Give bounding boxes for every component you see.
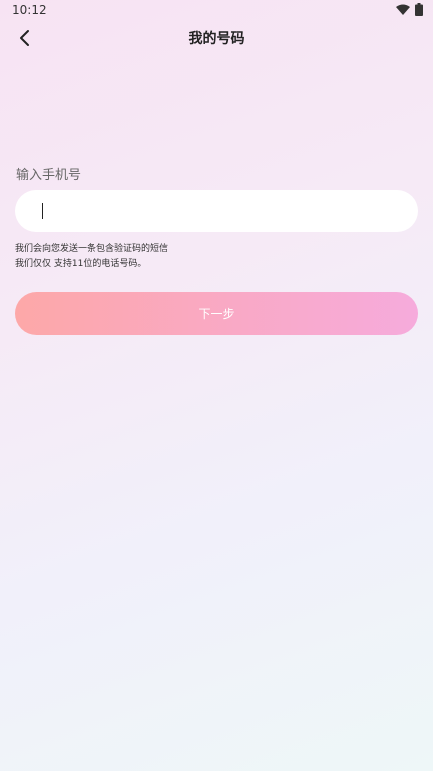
phone-input[interactable] [15,190,418,232]
battery-icon [415,3,423,16]
text-caret [42,203,43,219]
page-title: 我的号码 [188,31,245,47]
phone-format-hint-text: 我们仅仅 支持11位的电话号码。 [15,259,147,269]
phone-input-container[interactable] [15,190,418,232]
status-bar: 10:12 [0,0,433,20]
sms-hint-text: 我们会向您发送一条包含验证码的短信 [15,244,169,254]
next-step-button[interactable]: 下一步 [15,292,418,335]
phone-field-label: 输入手机号 [16,168,82,183]
status-time: 10:12 [12,3,47,17]
wifi-icon [396,4,410,15]
